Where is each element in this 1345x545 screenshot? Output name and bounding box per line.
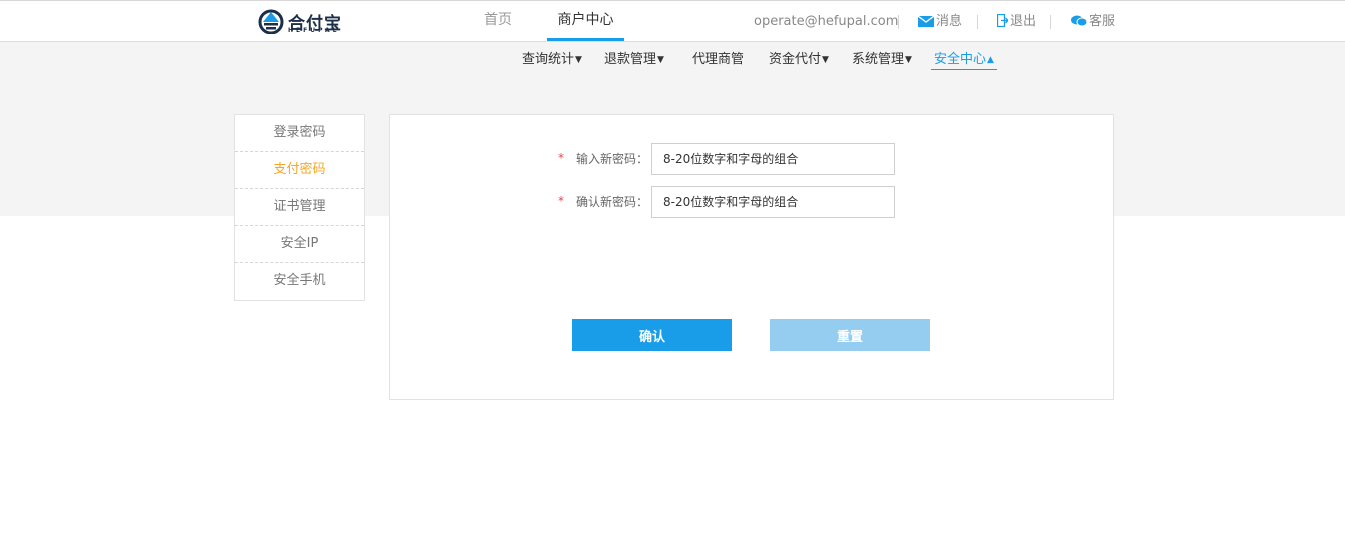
subnav-agent-management[interactable]: 代理商管	[692, 48, 744, 70]
caret-down-icon: ▼	[575, 55, 582, 65]
sidebar-item-payment-password[interactable]: 支付密码	[235, 152, 364, 189]
subnav-label: 安全中心	[934, 52, 987, 67]
user-email: operate@hefupal.com	[754, 14, 899, 29]
sidebar-item-secure-phone[interactable]: 安全手机	[235, 263, 364, 300]
confirm-password-label: 确认新密码：	[576, 195, 649, 209]
confirm-button[interactable]: 确认	[572, 319, 732, 351]
sidebar-item-login-password[interactable]: 登录密码	[235, 115, 364, 152]
service-link[interactable]: 客服	[1071, 1, 1115, 43]
subnav-label: 退款管理	[604, 52, 657, 67]
subnav-refund-management[interactable]: 退款管理▼	[604, 48, 664, 70]
subnav-query-stats[interactable]: 查询统计▼	[522, 48, 582, 70]
brand-subname: HEFUPAL	[288, 27, 340, 34]
reset-button[interactable]: 重置	[770, 319, 930, 351]
brand-logo[interactable]: 合付宝 HEFUPAL	[258, 8, 358, 36]
subnav-label: 系统管理	[852, 52, 905, 67]
logout-link[interactable]: 退出	[996, 1, 1037, 43]
envelope-icon	[917, 15, 935, 27]
top-header: 合付宝 HEFUPAL 首页 商户中心 operate@hefupal.com …	[0, 0, 1345, 42]
payment-password-panel: * 输入新密码： * 确认新密码： 确认 重置	[389, 114, 1114, 400]
subnav-system-management[interactable]: 系统管理▼	[852, 48, 912, 70]
sidebar-item-secure-ip[interactable]: 安全IP	[235, 226, 364, 263]
subnav-fund-payout[interactable]: 资金代付▼	[769, 48, 829, 70]
divider	[977, 15, 978, 29]
caret-down-icon: ▼	[657, 55, 664, 65]
messages-label: 消息	[936, 14, 963, 29]
caret-down-icon: ▼	[905, 55, 912, 65]
subnav-security-center[interactable]: 安全中心▲	[931, 48, 997, 70]
logout-label: 退出	[1010, 14, 1037, 29]
caret-up-icon: ▲	[987, 55, 994, 65]
messages-link[interactable]: 消息	[917, 1, 963, 43]
new-password-input[interactable]	[651, 143, 895, 175]
service-label: 客服	[1089, 14, 1116, 29]
divider	[898, 15, 899, 29]
subnav-label: 资金代付	[769, 52, 822, 67]
caret-down-icon: ▼	[822, 55, 829, 65]
logo-icon	[258, 9, 284, 34]
subnav-label: 查询统计	[522, 52, 575, 67]
nav-merchant-center[interactable]: 商户中心	[547, 1, 624, 41]
divider	[1050, 15, 1051, 29]
logout-icon	[996, 13, 1009, 28]
security-sidebar: 登录密码 支付密码 证书管理 安全IP 安全手机	[234, 114, 365, 301]
subnav-label: 代理商管	[692, 52, 745, 67]
required-mark: *	[558, 194, 564, 208]
required-mark: *	[558, 151, 564, 165]
chat-bubbles-icon	[1071, 15, 1088, 27]
new-password-label: 输入新密码：	[576, 152, 649, 166]
nav-home[interactable]: 首页	[484, 1, 512, 41]
sidebar-item-certificate-management[interactable]: 证书管理	[235, 189, 364, 226]
confirm-password-input[interactable]	[651, 186, 895, 218]
